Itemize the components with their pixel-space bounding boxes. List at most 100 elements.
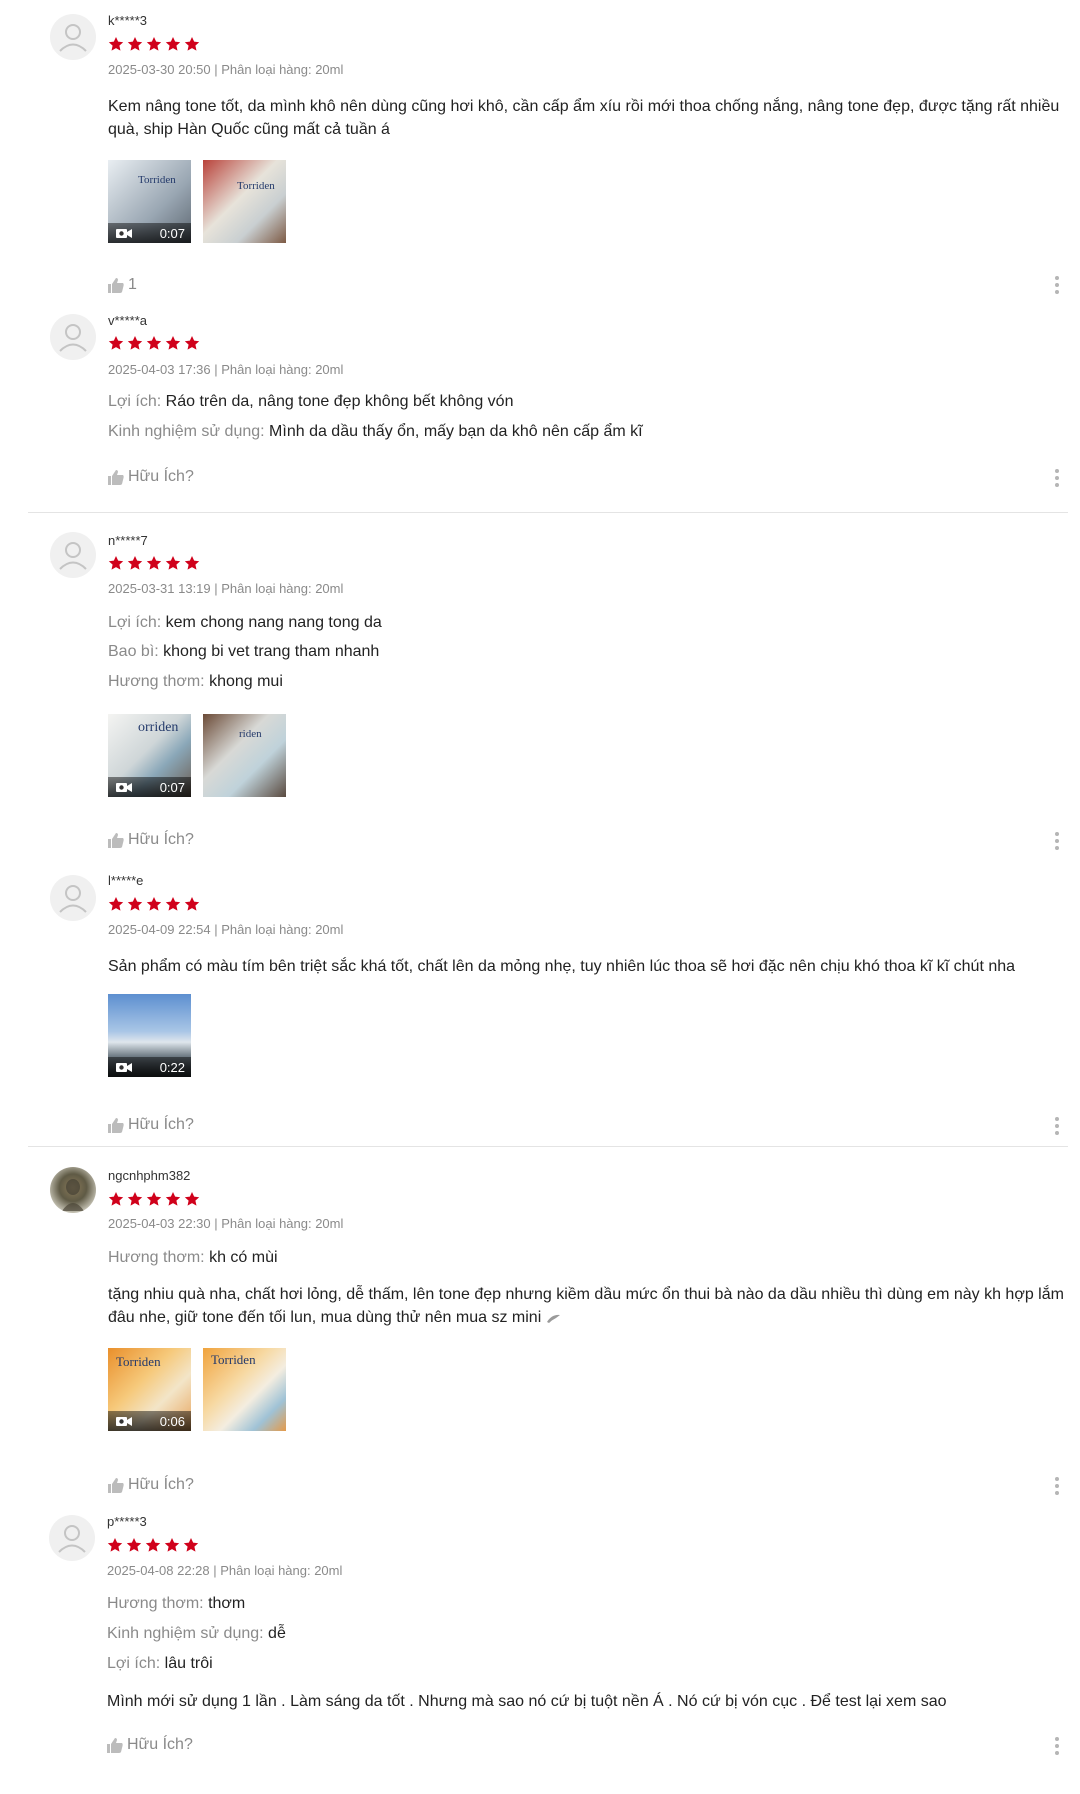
helpful-label: Hữu Ích? [128, 468, 194, 485]
star-icon [165, 36, 181, 54]
helpful-button[interactable]: Hữu Ích? [108, 1476, 194, 1494]
star-icon [146, 896, 162, 914]
star-icon [146, 1191, 162, 1209]
helpful-button[interactable]: Hữu Ích? [108, 1116, 194, 1134]
thumbs-up-icon [108, 832, 124, 848]
more-options-button[interactable] [1054, 276, 1060, 297]
rating-stars [107, 1537, 199, 1555]
default-avatar-icon [59, 324, 87, 352]
avatar[interactable] [50, 532, 96, 578]
video-camera-icon [116, 783, 132, 792]
username: l*****e [108, 873, 144, 888]
avatar[interactable] [50, 14, 96, 60]
more-options-button[interactable] [1054, 469, 1060, 490]
star-icon [184, 555, 200, 573]
review-attribute: Lợi ích: Ráo trên da, nâng tone đẹp khôn… [108, 393, 514, 410]
star-icon [127, 555, 143, 573]
divider [28, 1146, 1068, 1147]
helpful-label: Hữu Ích? [128, 831, 194, 848]
like-button[interactable]: 1 [108, 276, 137, 294]
review-attribute: Kinh nghiệm sử dụng: dễ [107, 1625, 286, 1642]
avatar[interactable] [50, 314, 96, 360]
default-avatar-icon [59, 24, 87, 52]
thumbs-up-icon [107, 1737, 123, 1753]
divider [28, 512, 1068, 513]
thumbs-up-icon [108, 1477, 124, 1493]
star-icon [165, 555, 181, 573]
helpful-button[interactable]: Hữu Ích? [108, 468, 194, 486]
helpful-label: Hữu Ích? [128, 1116, 194, 1133]
star-icon [184, 896, 200, 914]
star-icon [165, 896, 181, 914]
default-avatar-icon [59, 885, 87, 913]
media-gallery: 0:22 [108, 994, 191, 1077]
video-duration: 0:06 [159, 1414, 185, 1429]
video-camera-icon [116, 1417, 132, 1426]
review-text: Sản phẩm có màu tím bên triệt sắc khá tố… [108, 958, 1016, 975]
review-attribute: Hương thơm: kh có mùi [108, 1249, 278, 1266]
review-attribute: Lợi ích: kem chong nang nang tong da [108, 614, 382, 631]
video-duration: 0:07 [159, 226, 185, 241]
video-thumbnail[interactable]: 0:22 [108, 994, 191, 1077]
star-icon [164, 1537, 180, 1555]
more-options-button[interactable] [1054, 1737, 1060, 1758]
review-text: Kem nâng tone tốt, da mình khô nên dùng … [108, 98, 1060, 138]
image-thumbnail[interactable]: Torriden [203, 160, 286, 243]
review-attribute: Kinh nghiệm sử dụng: Mình da dầu thấy ổn… [108, 423, 643, 440]
video-thumbnail[interactable]: Torriden 0:06 [108, 1348, 191, 1431]
star-icon [146, 335, 162, 353]
video-camera-icon [116, 229, 132, 238]
helpful-label: Hữu Ích? [128, 1476, 194, 1493]
helpful-button[interactable]: Hữu Ích? [107, 1736, 193, 1754]
thumbs-up-icon [108, 469, 124, 485]
rating-stars [108, 896, 200, 914]
default-avatar-icon [58, 1525, 86, 1553]
media-gallery: Torriden 0:06 Torriden [108, 1348, 286, 1431]
review-meta: 2025-04-08 22:28 | Phân loại hàng: 20ml [107, 1563, 343, 1578]
username: n*****7 [108, 533, 148, 548]
video-thumbnail[interactable]: Torriden 0:07 [108, 160, 191, 243]
image-thumbnail[interactable]: riden [203, 714, 286, 797]
star-icon [108, 1191, 124, 1209]
more-options-button[interactable] [1054, 1477, 1060, 1498]
review-text: tặng nhiu quà nha, chất hơi lỏng, dễ thấ… [108, 1286, 1064, 1326]
helpful-button[interactable]: Hữu Ích? [108, 831, 194, 849]
review-meta: 2025-04-03 22:30 | Phân loại hàng: 20ml [108, 1216, 344, 1231]
username: v*****a [108, 313, 148, 328]
helpful-label: Hữu Ích? [127, 1736, 193, 1753]
rating-stars [108, 1191, 200, 1209]
video-thumbnail[interactable]: orriden 0:07 [108, 714, 191, 797]
avatar[interactable] [50, 1167, 96, 1213]
rating-stars [108, 36, 200, 54]
thumbs-up-icon [108, 1117, 124, 1133]
video-duration: 0:22 [159, 1060, 185, 1075]
star-icon [126, 1537, 142, 1555]
default-avatar-icon [59, 542, 87, 570]
star-icon [184, 335, 200, 353]
avatar[interactable] [49, 1515, 95, 1561]
more-options-button[interactable] [1054, 832, 1060, 853]
username: ngcnhphm382 [108, 1168, 191, 1183]
star-icon [165, 1191, 181, 1209]
more-options-button[interactable] [1054, 1117, 1060, 1138]
review-meta: 2025-03-30 20:50 | Phân loại hàng: 20ml [108, 62, 344, 77]
star-icon [127, 896, 143, 914]
user-photo-icon [62, 1179, 84, 1211]
star-icon [107, 1537, 123, 1555]
star-icon [108, 555, 124, 573]
review-attribute: Hương thơm: khong mui [108, 673, 283, 690]
avatar[interactable] [50, 875, 96, 921]
review-meta: 2025-03-31 13:19 | Phân loại hàng: 20ml [108, 581, 344, 596]
review-meta: 2025-04-03 17:36 | Phân loại hàng: 20ml [108, 362, 344, 377]
star-icon [108, 896, 124, 914]
star-icon [108, 36, 124, 54]
star-icon [165, 335, 181, 353]
username: p*****3 [107, 1514, 147, 1529]
review-attribute: Bao bì: khong bi vet trang tham nhanh [108, 643, 380, 660]
thumbs-up-icon [108, 277, 124, 293]
image-thumbnail[interactable]: Torriden [203, 1348, 286, 1431]
review-attribute: Lợi ích: lâu trôi [107, 1655, 213, 1672]
media-gallery: orriden 0:07 riden [108, 714, 286, 797]
video-camera-icon [116, 1063, 132, 1072]
video-duration: 0:07 [159, 780, 185, 795]
